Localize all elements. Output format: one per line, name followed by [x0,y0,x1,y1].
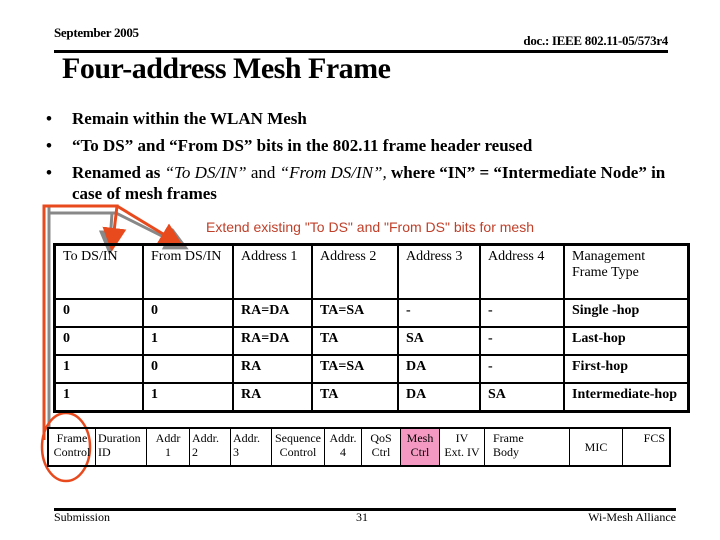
table-row: 1 1 RA TA DA SA Intermediate-hop [53,382,690,413]
cell: - [479,326,565,356]
field-line1: Addr [155,431,181,445]
field-line1: Addr. [233,431,260,445]
field-frame-control: Frame Control [47,427,96,467]
field-line2: 4 [340,445,346,459]
cell: Intermediate-hop [563,382,690,413]
cell: 1 [53,382,144,413]
field-qos-ctrl: QoS Ctrl [361,427,401,467]
field-line2: Ext. IV [444,445,480,459]
field-addr-2: Addr. 2 [189,427,231,467]
field-line1: Frame [56,431,88,445]
cell: Single -hop [563,298,690,328]
field-line2: Ctrl [371,445,391,459]
cell: 1 [142,326,234,356]
cell: RA [232,382,313,413]
callout-text: Extend existing "To DS" and "From DS" bi… [206,219,535,235]
field-mic: MIC [569,427,623,467]
cell: 1 [53,354,144,384]
field-line1: Addr. [329,431,357,445]
cell: SA [479,382,565,413]
cell: - [479,354,565,384]
header-cell: From DS/IN [142,243,234,300]
field-line2: Ctrl [410,445,430,459]
cell: RA [232,354,313,384]
footer-page-number: 31 [356,510,368,524]
field-line2: Body [493,445,520,459]
frame-format-diagram: Frame Control Duration ID Addr 1 Addr. 2 Add… [47,427,671,467]
field-line2: Control [53,445,91,459]
field-line2: 1 [165,445,171,459]
cell: SA [397,326,481,356]
header-cell: Address 3 [397,243,481,300]
header-cell: Address 2 [311,243,399,300]
cell: 0 [53,298,144,328]
cell: 1 [142,382,234,413]
cell: 0 [142,354,234,384]
cell: Last-hop [563,326,690,356]
cell: RA=DA [232,298,313,328]
cell: TA [311,326,399,356]
table-row: 1 0 RA TA=SA DA - First-hop [53,354,690,384]
field-line2: Control [279,445,317,459]
field-line2: ID [98,445,111,459]
field-duration-id: Duration ID [95,427,147,467]
cell: 0 [142,298,234,328]
field-sequence-control: Sequence Control [271,427,325,467]
cell: RA=DA [232,326,313,356]
table-row: 0 1 RA=DA TA SA - Last-hop [53,326,690,356]
field-line2: 2 [192,445,198,459]
footer-organization: Wi-Mesh Alliance [588,510,676,524]
field-line1: Frame [493,431,524,445]
field-line1: IV [455,431,469,445]
cell: 0 [53,326,144,356]
table-row: 0 0 RA=DA TA=SA - - Single -hop [53,298,690,328]
cell: DA [397,382,481,413]
field-fcs: FCS [622,427,671,467]
frame-fields-row: Frame Control Duration ID Addr 1 Addr. 2 Add… [47,427,671,467]
field-line1: Addr. [192,431,219,445]
field-line1: Sequence [275,431,321,445]
field-line2: 3 [233,445,239,459]
cell: - [479,298,565,328]
cell: TA [311,382,399,413]
field-line1: Mesh [406,431,434,445]
field-addr-1: Addr 1 [146,427,190,467]
field-line1: FCS [643,431,665,445]
table-header-row: To DS/IN From DS/IN Address 1 Address 2 … [53,243,690,300]
field-line1: Duration [98,431,141,445]
footer-submission: Submission [54,510,111,524]
cell: TA=SA [311,298,399,328]
field-iv-ext-iv: IV Ext. IV [439,427,485,467]
header-cell: Address 1 [232,243,313,300]
field-line1: QoS [370,431,392,445]
cell: DA [397,354,481,384]
field-addr-3: Addr. 3 [230,427,272,467]
cell: TA=SA [311,354,399,384]
field-frame-body: Frame Body [484,427,570,467]
header-cell: Management Frame Type [563,243,690,300]
cell: - [397,298,481,328]
header-cell: Address 4 [479,243,565,300]
header-cell: To DS/IN [53,243,144,300]
field-addr-4: Addr. 4 [324,427,362,467]
field-line1: MIC [584,440,608,454]
address-table: To DS/IN From DS/IN Address 1 Address 2 … [53,243,690,413]
field-mesh-ctrl: Mesh Ctrl [400,427,440,467]
cell: First-hop [563,354,690,384]
